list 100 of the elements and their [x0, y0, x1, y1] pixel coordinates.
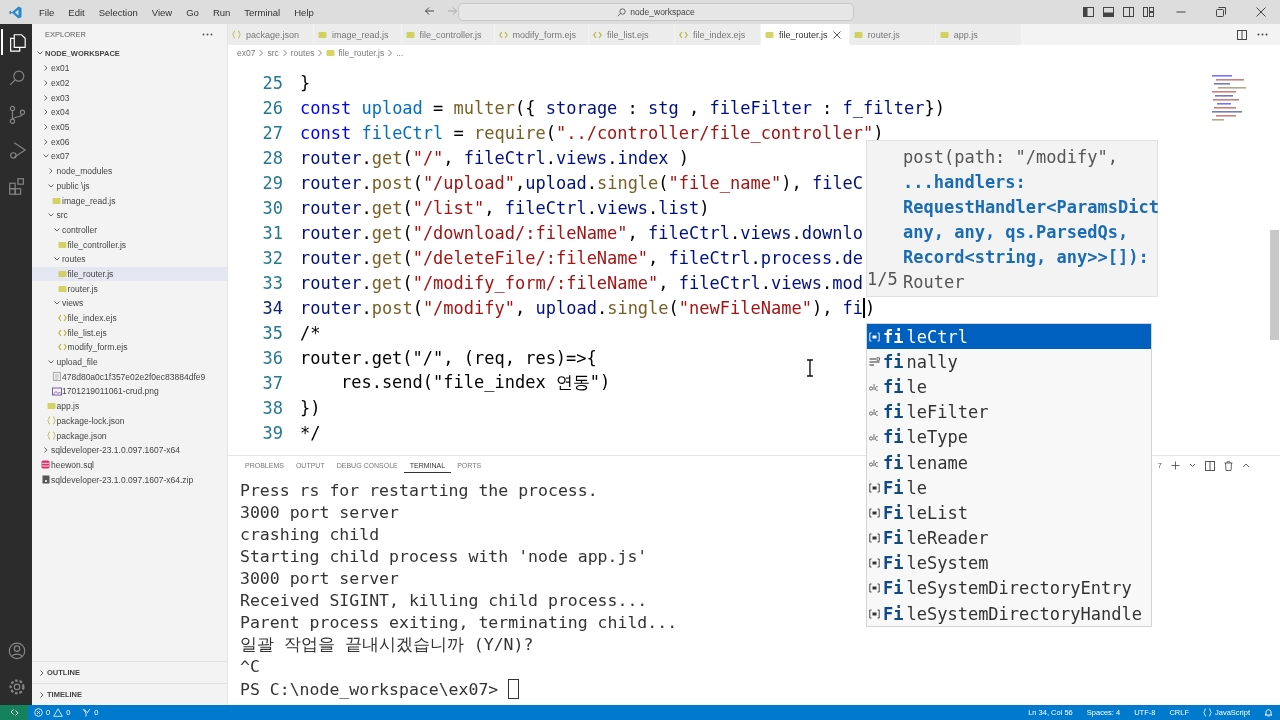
tree-item[interactable]: sqldeveloper-23.1.0.097.1607-x64: [32, 442, 227, 458]
suggestion-item[interactable]: file: [867, 374, 1151, 400]
menu-item[interactable]: Go: [179, 6, 206, 18]
editor-tab[interactable]: image_read.js: [314, 24, 402, 45]
tree-item[interactable]: image_read.js: [32, 193, 227, 208]
breadcrumb-item[interactable]: ex07: [237, 47, 256, 58]
close-icon[interactable]: [1256, 7, 1266, 17]
tree-item[interactable]: router.js: [32, 281, 227, 296]
terminal-line: Press rs for restarting the process.: [240, 480, 598, 502]
tree-item[interactable]: file_list.ejs: [32, 325, 227, 341]
editor-tab[interactable]: router.js: [849, 24, 936, 45]
suggestion-item[interactable]: FileSystemDirectoryEntry: [867, 575, 1151, 602]
tree-item[interactable]: 478d80a0c1f357e02e2f0ec83884dfe9: [32, 369, 227, 385]
chevron-down-icon[interactable]: [1189, 462, 1196, 469]
chevron-right-icon[interactable]: [37, 690, 46, 699]
suggestion-item[interactable]: FileSystemDirectoryHandle: [867, 601, 1151, 627]
back-arrow-icon[interactable]: [424, 6, 435, 16]
tree-item[interactable]: ex03: [32, 90, 227, 106]
chevron-down-icon[interactable]: [47, 181, 55, 190]
chevron-right-icon[interactable]: [41, 446, 50, 455]
tree-item[interactable]: ex01: [32, 61, 227, 76]
line-number: 28: [261, 147, 283, 168]
terminal-line: Starting child process with 'node app.js': [240, 546, 648, 568]
terminal-name[interactable]: 7: [1157, 461, 1162, 470]
more-icon[interactable]: [1257, 33, 1268, 36]
menu-item[interactable]: File: [32, 6, 62, 18]
suggestion-item[interactable]: fileCtrl: [867, 324, 1151, 350]
tree-item[interactable]: controller: [32, 222, 227, 238]
tree-item[interactable]: ex05: [32, 119, 227, 135]
tree-item[interactable]: ex04: [32, 105, 227, 120]
editor-tab[interactable]: file_router.js: [761, 24, 850, 45]
bell-icon[interactable]: [1264, 708, 1273, 717]
tree-item[interactable]: ex02: [32, 75, 227, 91]
tree-item[interactable]: file_router.js: [32, 266, 227, 282]
menu-item[interactable]: Selection: [91, 6, 145, 18]
braces-file-icon: [232, 30, 241, 39]
suggestion-item[interactable]: filename: [867, 449, 1151, 476]
close-icon[interactable]: [832, 30, 841, 39]
tree-item[interactable]: node_modules: [32, 163, 227, 179]
search-field[interactable]: node_workspace: [458, 3, 854, 21]
tree-item[interactable]: src: [32, 207, 227, 223]
suggestion-item[interactable]: FileSystem: [867, 550, 1151, 576]
terminal-cursor: [508, 679, 520, 699]
menu-item[interactable]: Edit: [61, 6, 92, 18]
scrollbar-thumb[interactable]: [1270, 230, 1279, 340]
suggestion-item[interactable]: fileFilter: [867, 399, 1151, 425]
tree-item[interactable]: public \js: [32, 178, 227, 194]
breadcrumb-item[interactable]: routes: [290, 47, 315, 58]
tree-item[interactable]: upload_file: [32, 354, 227, 370]
layout-icon[interactable]: [1143, 7, 1154, 17]
split-editor-icon[interactable]: [1237, 29, 1247, 40]
editor-tab[interactable]: file_index.ejs: [675, 24, 762, 45]
chevron-right-icon[interactable]: [37, 668, 46, 677]
suggestion-item[interactable]: fileType: [867, 424, 1151, 450]
split-terminal-icon[interactable]: [1205, 460, 1215, 471]
breadcrumb-item[interactable]: file_router.js: [338, 47, 385, 58]
tree-item[interactable]: package.json: [32, 428, 227, 443]
tree-item[interactable]: ex07: [32, 149, 227, 164]
editor-tab[interactable]: app.js: [935, 24, 1022, 45]
tree-item[interactable]: file_controller.js: [32, 237, 227, 252]
menu-item[interactable]: Terminal: [237, 6, 288, 18]
overload-counter[interactable]: 1/5: [867, 267, 898, 292]
tree-item[interactable]: package-lock.json: [32, 413, 227, 429]
more-icon[interactable]: [202, 33, 213, 36]
suggestion-item[interactable]: FileReader: [867, 525, 1151, 551]
code-line: /*: [300, 322, 321, 343]
menu-item[interactable]: Help: [287, 6, 321, 18]
secondary-sidebar-icon[interactable]: [1123, 7, 1134, 17]
tree-item[interactable]: 1701219011061-crud.png: [32, 384, 227, 399]
sidebar-toggle-icon[interactable]: [1083, 7, 1094, 17]
tree-item[interactable]: file_index.ejs: [32, 310, 227, 326]
chevron-up-icon[interactable]: [1242, 462, 1250, 469]
breadcrumb-item[interactable]: ...: [396, 47, 404, 58]
editor-tab[interactable]: modify_form.ejs: [494, 24, 590, 45]
menu-item[interactable]: View: [144, 6, 180, 18]
warning-icon: [53, 708, 64, 717]
editor-tab[interactable]: package.json: [228, 24, 314, 45]
chevron-down-icon[interactable]: [35, 49, 44, 57]
menu-item[interactable]: Run: [205, 6, 238, 18]
editor-tab[interactable]: file_list.ejs: [589, 24, 676, 45]
plus-icon[interactable]: [1171, 461, 1180, 470]
suggestion-item[interactable]: FileList: [867, 500, 1151, 526]
chevron-right-icon[interactable]: [47, 167, 55, 176]
tree-item[interactable]: heewon.sql: [32, 457, 227, 473]
signature-line: RequestHandler<ParamsDict: [903, 196, 1157, 219]
variable-icon: [869, 533, 880, 544]
tree-item[interactable]: modify_form.ejs: [32, 340, 227, 355]
tree-item[interactable]: views: [32, 296, 227, 311]
panel-toggle-icon[interactable]: [1103, 7, 1114, 17]
chevron-right-icon: [281, 48, 288, 57]
tree-item[interactable]: routes: [32, 251, 227, 267]
tree-item[interactable]: app.js: [32, 398, 227, 414]
suggestion-item[interactable]: File: [867, 475, 1151, 501]
minimap-drawing[interactable]: [1212, 74, 1246, 124]
tree-item[interactable]: sqldeveloper-23.1.0.097.1607-x64.zip: [32, 472, 227, 487]
editor-tab[interactable]: file_controller.js: [401, 24, 495, 45]
tree-item[interactable]: ex06: [32, 134, 227, 150]
breadcrumb-item[interactable]: src: [267, 47, 279, 58]
trash-icon[interactable]: [1224, 460, 1233, 471]
restore-icon[interactable]: [1216, 7, 1226, 17]
